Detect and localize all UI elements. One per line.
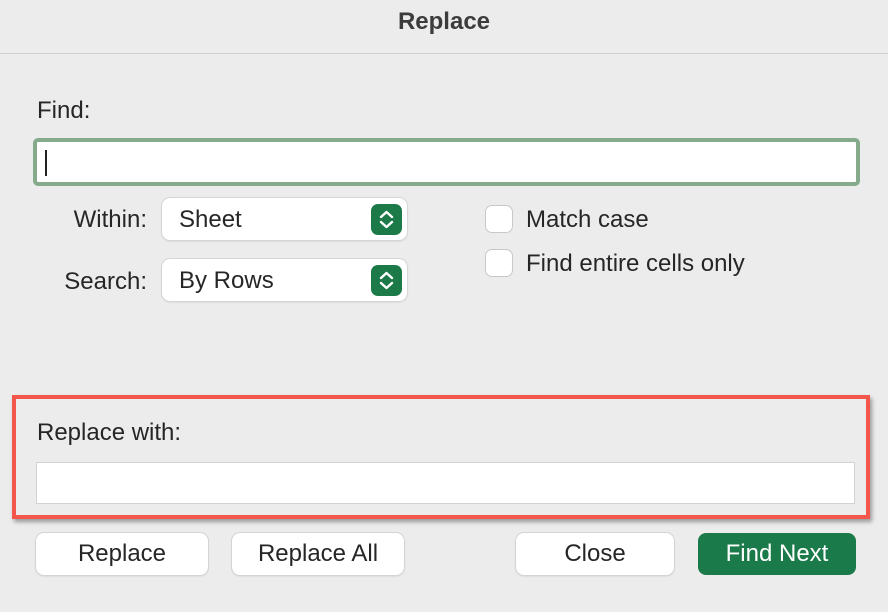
- find-next-button[interactable]: Find Next: [698, 533, 856, 575]
- within-label: Within:: [73, 206, 147, 233]
- text-caret: [45, 150, 47, 176]
- close-button[interactable]: Close: [516, 533, 674, 575]
- replace-with-input[interactable]: [37, 463, 854, 503]
- match-case-label[interactable]: Match case: [526, 206, 649, 234]
- entire-cells-checkbox[interactable]: [486, 250, 512, 276]
- search-select[interactable]: By Rows: [162, 259, 407, 301]
- match-case-checkbox[interactable]: [486, 206, 512, 232]
- title-divider: [0, 53, 888, 54]
- replace-button[interactable]: Replace: [36, 533, 208, 575]
- find-label: Find:: [37, 97, 91, 124]
- stepper-chevron-icon: [371, 204, 402, 235]
- dialog-title: Replace: [397, 8, 491, 35]
- replace-with-label: Replace with:: [37, 419, 182, 446]
- within-select[interactable]: Sheet: [162, 198, 407, 240]
- within-value: Sheet: [179, 206, 242, 233]
- search-label: Search:: [64, 268, 147, 295]
- search-value: By Rows: [179, 267, 274, 294]
- stepper-chevron-icon: [371, 265, 402, 296]
- find-input[interactable]: [33, 138, 860, 186]
- entire-cells-label[interactable]: Find entire cells only: [526, 250, 745, 278]
- replace-all-button[interactable]: Replace All: [232, 533, 404, 575]
